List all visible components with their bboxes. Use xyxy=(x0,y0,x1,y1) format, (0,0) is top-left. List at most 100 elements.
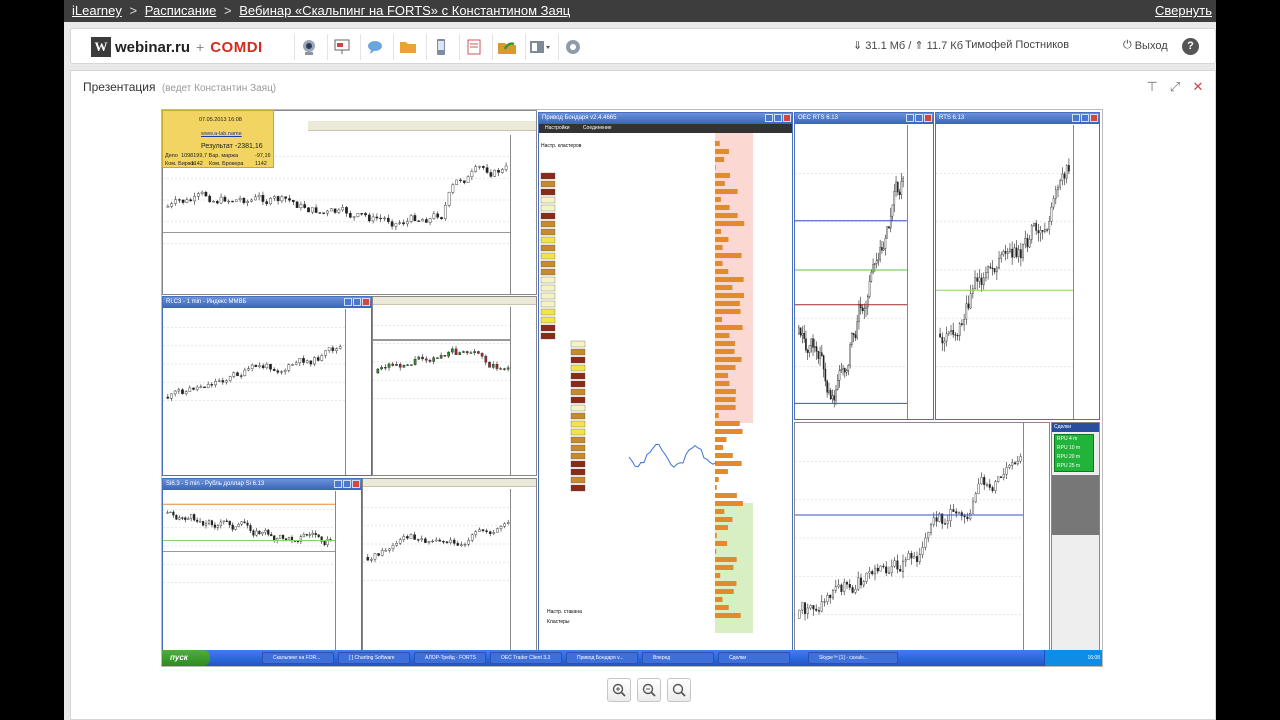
maximize-icon[interactable] xyxy=(353,298,361,306)
collapse-link[interactable]: Свернуть xyxy=(1155,0,1212,22)
candle-body xyxy=(379,217,383,220)
settings-button[interactable] xyxy=(558,34,586,60)
taskbar-item[interactable]: [ ] Charting Software xyxy=(338,652,410,664)
candle-body xyxy=(932,517,935,525)
window-titlebar[interactable]: OEC RTS 6.13 xyxy=(795,113,933,124)
minimize-icon[interactable] xyxy=(906,114,914,122)
taskbar-item[interactable]: Сделки xyxy=(718,652,790,664)
share-button[interactable] xyxy=(492,34,520,60)
candle-body xyxy=(216,525,219,528)
pin-icon[interactable]: ⊤ xyxy=(1145,80,1159,94)
cluster-cell xyxy=(540,244,556,252)
minimize-icon[interactable] xyxy=(344,298,352,306)
taskbar-item[interactable]: OEC Trader Client 3.3 xyxy=(490,652,562,664)
level-row[interactable]: RPU 25 m xyxy=(1055,462,1093,471)
volume-bar xyxy=(715,221,745,226)
candle-body xyxy=(173,390,177,395)
candle-body xyxy=(193,196,196,202)
candle-body xyxy=(449,539,452,543)
candle-body xyxy=(865,306,867,309)
files-button[interactable] xyxy=(393,34,421,60)
candle-body xyxy=(175,514,178,520)
close-icon[interactable] xyxy=(352,480,360,488)
help-button[interactable]: ? xyxy=(1182,38,1199,55)
close-icon[interactable]: ✕ xyxy=(1191,80,1205,94)
clusters-label[interactable]: Кластеры xyxy=(547,619,570,625)
presentation-panel: Презентация (ведет Константин Заяц) ⊤ ⤢ … xyxy=(70,70,1216,720)
taskbar-item[interactable]: АЛОР-Трейд - FORTS xyxy=(414,652,486,664)
candle-body xyxy=(946,520,949,524)
level-row[interactable]: RPU 4 m xyxy=(1055,435,1093,444)
breadcrumb-schedule[interactable]: Расписание xyxy=(145,3,217,18)
fullscreen-icon[interactable]: ⤢ xyxy=(1168,80,1182,94)
menu-connect[interactable]: Соединение xyxy=(583,125,612,131)
maximize-icon[interactable] xyxy=(1081,114,1089,122)
window-titlebar[interactable]: Привод Бондаря v2.4.4665 xyxy=(539,113,792,124)
brand-logo[interactable]: W webinar.ru + COMDI xyxy=(91,37,263,57)
chart-ri-1min xyxy=(163,326,345,402)
logout-button[interactable]: ⏻ Выход xyxy=(1123,39,1168,52)
minimize-icon[interactable] xyxy=(334,480,342,488)
candle-body xyxy=(280,196,284,202)
minimize-icon[interactable] xyxy=(765,114,773,122)
candle-body xyxy=(187,518,190,520)
cup-settings-label[interactable]: Настр. стакана xyxy=(547,609,582,615)
minimize-icon[interactable] xyxy=(1072,114,1080,122)
zoom-out-button[interactable] xyxy=(637,678,661,702)
candle-body xyxy=(305,534,308,536)
candle-body xyxy=(398,539,402,544)
close-icon[interactable] xyxy=(783,114,791,122)
candle-body xyxy=(470,171,474,177)
maximize-icon[interactable] xyxy=(915,114,923,122)
candle-body xyxy=(799,327,802,336)
breadcrumb-home[interactable]: iLearney xyxy=(72,3,122,18)
maximize-icon[interactable] xyxy=(774,114,782,122)
candle-body xyxy=(963,319,965,325)
cluster-cell xyxy=(570,404,586,412)
candle-body xyxy=(302,358,305,363)
candle-body xyxy=(228,376,232,381)
window-titlebar[interactable]: Si6.3 - 5 min - Рубль доллар Si 6.13 xyxy=(163,479,361,490)
zoom-in-button[interactable] xyxy=(607,678,631,702)
taskbar-item[interactable]: Скальпинг на FOR... xyxy=(262,652,334,664)
close-icon[interactable] xyxy=(924,114,932,122)
candle-body xyxy=(356,213,360,217)
maximize-icon[interactable] xyxy=(343,480,351,488)
chart-toolbar[interactable] xyxy=(363,479,536,487)
taskbar-item[interactable]: Привод Бондаря v... xyxy=(566,652,638,664)
candle-body xyxy=(826,380,828,393)
candle-body xyxy=(373,553,377,560)
window-title: RTS 6.13 xyxy=(939,115,965,121)
window-titlebar[interactable]: RTS 6.13 xyxy=(936,113,1099,124)
close-icon[interactable] xyxy=(362,298,370,306)
note-row2-label2: Ком. Брокера xyxy=(209,161,244,167)
webcam-button[interactable] xyxy=(294,34,322,60)
candle-body xyxy=(223,196,227,202)
level-row[interactable]: RPU 20 m xyxy=(1055,453,1093,462)
chart-toolbar[interactable] xyxy=(308,121,536,131)
candle-body xyxy=(459,179,462,181)
level-row[interactable]: RPU 10 m xyxy=(1055,444,1093,453)
chat-button[interactable] xyxy=(360,34,388,60)
volume-bar xyxy=(715,269,729,274)
breadcrumb: iLearney > Расписание > Вебинар «Скальпи… xyxy=(64,0,1216,22)
candle-body xyxy=(436,213,440,218)
window-titlebar[interactable]: RI.C3 - 1 min - Индекс ММВБ xyxy=(163,297,371,308)
close-icon[interactable] xyxy=(1090,114,1098,122)
taskbar-item[interactable]: Вперед xyxy=(642,652,714,664)
start-button[interactable]: пуск xyxy=(162,650,210,666)
phone-button[interactable] xyxy=(426,34,454,60)
zoom-fit-button[interactable] xyxy=(667,678,691,702)
chart-toolbar[interactable] xyxy=(373,297,536,305)
layout-button[interactable] xyxy=(525,34,553,60)
candle-body xyxy=(413,215,417,221)
breadcrumb-webinar[interactable]: Вебинар «Скальпинг на FORTS» с Константи… xyxy=(239,3,570,18)
menu-settings[interactable]: Настройки xyxy=(545,125,570,131)
candle-body xyxy=(845,370,848,373)
zoom-controls xyxy=(607,678,691,702)
presentation-button[interactable] xyxy=(327,34,355,60)
taskbar-item[interactable]: Skype™ [1] - cavalo... xyxy=(808,652,898,664)
candle-body xyxy=(991,267,994,269)
cluster-cell xyxy=(540,324,556,332)
notes-button[interactable] xyxy=(459,34,487,60)
